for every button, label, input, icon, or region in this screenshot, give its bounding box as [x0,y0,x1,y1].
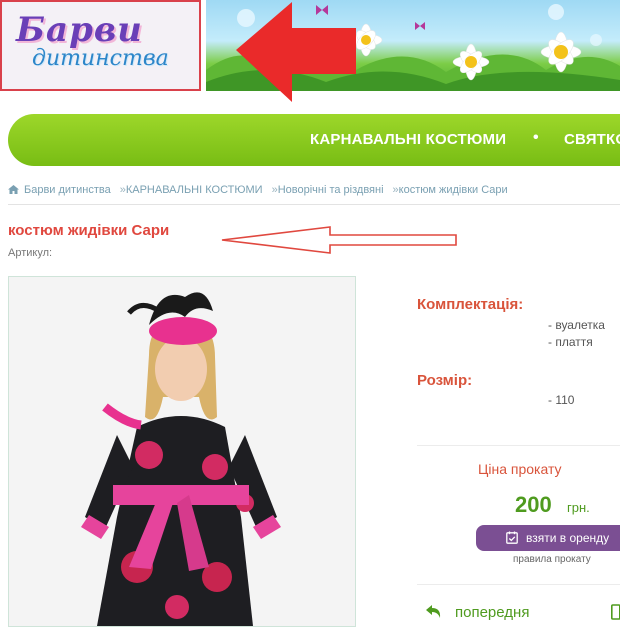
rent-button[interactable]: взяти в оренду [476,525,620,551]
breadcrumb-item-subcategory[interactable]: Новорічні та різдвяні [278,184,384,196]
spec-set-item: - вуалетка [548,318,605,332]
logo-text-line2: дитинства [32,46,169,71]
home-icon[interactable] [8,185,19,194]
undo-arrow-icon [426,605,441,618]
product-sku-label: Артикул: [8,247,53,259]
spec-size-label: Розмір: [417,372,473,389]
main-nav: КАРНАВАЛЬНІ КОСТЮМИ • СВЯТКО [8,114,620,166]
nav-item-holiday[interactable]: СВЯТКО [564,131,620,148]
breadcrumb-item-home[interactable]: Барви дитинства [24,184,111,196]
costume-illustration [9,277,355,626]
nav-item-carnival-costumes[interactable]: КАРНАВАЛЬНІ КОСТЮМИ [310,131,506,148]
product-title: костюм жидівки Сари [8,222,170,239]
divider [417,445,620,446]
rent-price-heading: Ціна прокату [478,461,562,477]
rent-button-label: взяти в оренду [526,531,610,545]
spec-set-label: Комплектація: [417,296,524,313]
divider [417,584,620,585]
nav-separator: • [533,129,539,146]
rent-price-value: 200 [515,492,552,517]
previous-product-label: попередня [455,604,530,621]
divider [8,204,620,205]
breadcrumb-item-category[interactable]: КАРНАВАЛЬНІ КОСТЮМИ [126,184,263,196]
spec-set-item: - плаття [548,335,593,349]
calendar-check-icon [506,531,518,544]
spec-size-value: - 110 [548,393,575,407]
next-arrow-icon[interactable] [611,604,620,620]
rent-price-currency: грн. [567,500,590,515]
breadcrumb: Барви дитинства »КАРНАВАЛЬНІ КОСТЮМИ »Ново… [8,184,508,196]
annotation-arrow-icon [236,2,356,102]
breadcrumb-item-current[interactable]: костюм жидівки Сари [399,184,508,196]
site-logo[interactable]: Барви дитинства [0,0,201,91]
rental-rules-link[interactable]: правила прокату [513,554,591,565]
logo-text-line1: Барви [16,10,143,50]
annotation-arrow-outline-icon [221,226,457,254]
product-image[interactable] [8,276,356,627]
